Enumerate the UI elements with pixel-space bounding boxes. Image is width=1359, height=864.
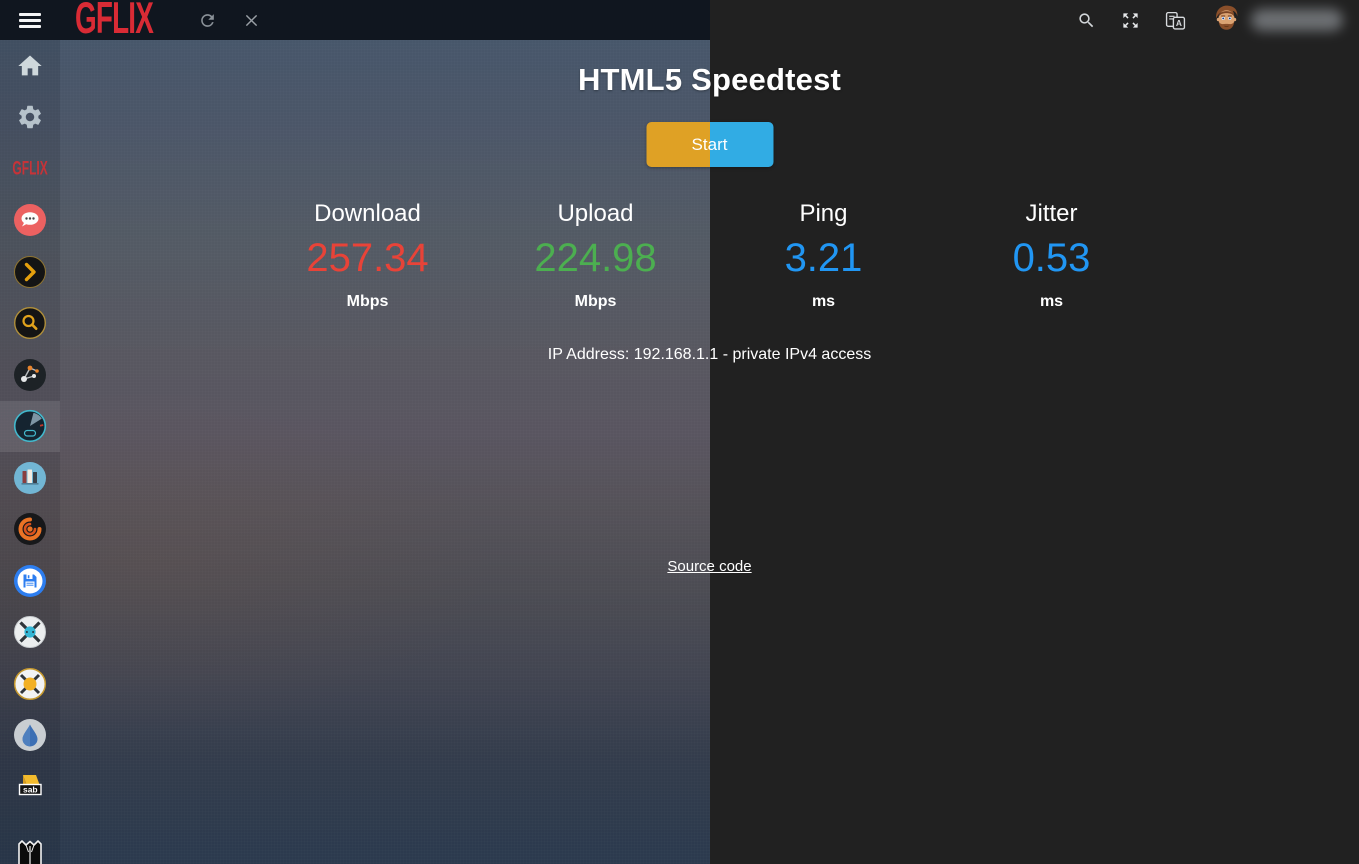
ping-value: 3.21 [710,236,938,280]
ping-label: Ping [710,200,938,228]
sidebar-item-home[interactable] [0,40,60,92]
topbar: GFLIX [0,0,710,40]
hamburger-menu-icon[interactable] [19,13,41,28]
fullscreen-icon[interactable] [1121,11,1140,30]
sidebar-item-indexer-search[interactable] [0,298,60,350]
brand-logo[interactable]: GFLIX [75,0,153,40]
upload-unit: Mbps [482,293,710,311]
download-value: 257.34 [254,236,482,280]
ip-address-line: IP Address: 192.168.1.1 - private IPv4 a… [60,346,1359,364]
books-icon [13,461,47,495]
floppy-disk-icon [13,564,47,598]
water-drop-icon [13,718,47,752]
app-window: GFLIX A [0,0,1359,864]
grafana-icon [13,512,47,546]
plex-icon [13,255,47,289]
gflix-text-icon: GFLIX [12,158,47,180]
stat-upload: Upload 224.98 Mbps [482,200,710,311]
sidebar-item-settings[interactable] [0,92,60,144]
sidebar-item-bookstack[interactable] [0,452,60,504]
stat-download: Download 257.34 Mbps [254,200,482,311]
ping-unit: ms [710,293,938,311]
sidebar-item-jackett[interactable] [0,813,60,864]
sidebar-item-plex[interactable] [0,246,60,298]
speedtest-gauge-icon [13,409,47,443]
upload-value: 224.98 [482,236,710,280]
sidebar-item-deluge[interactable] [0,710,60,762]
language-icon[interactable]: A [1165,10,1186,31]
chat-bubble-icon [13,203,47,237]
start-button[interactable]: Start [646,122,773,167]
svg-text:A: A [1176,17,1182,27]
username-redacted[interactable] [1251,9,1343,31]
sidebar-item-sabnzbd[interactable]: sab [0,761,60,813]
topbar-actions: A [1077,0,1359,40]
download-label: Download [254,200,482,228]
network-nodes-icon [13,358,47,392]
svg-text:sab: sab [23,784,38,794]
gear-icon [16,103,44,131]
stat-jitter: Jitter 0.53 ms [938,200,1166,311]
jitter-unit: ms [938,293,1166,311]
sidebar-item-network-map[interactable] [0,349,60,401]
refresh-tab-icon[interactable] [198,11,217,30]
sonarr-icon [13,615,47,649]
search-icon[interactable] [1077,11,1096,30]
sidebar-item-grafana[interactable] [0,504,60,556]
page-title: HTML5 Speedtest [60,62,1359,98]
speedtest-frame: HTML5 Speedtest Start Download 257.34 Mb… [60,40,1359,864]
close-tab-icon[interactable] [243,12,260,29]
app-sidebar: GFLIX [0,40,60,864]
sidebar-item-backup[interactable] [0,555,60,607]
avatar[interactable] [1211,2,1242,38]
jitter-value: 0.53 [938,236,1166,280]
sidebar-item-gflix[interactable]: GFLIX [0,143,60,195]
sidebar-item-radarr[interactable] [0,658,60,710]
sidebar-item-speedtest[interactable] [0,401,60,453]
radarr-icon [13,667,47,701]
jitter-label: Jitter [938,200,1166,228]
speedtest-results: Download 257.34 Mbps Upload 224.98 Mbps … [254,200,1166,311]
source-code-link[interactable]: Source code [667,558,751,575]
gold-magnifier-icon [13,306,47,340]
upload-label: Upload [482,200,710,228]
home-icon [16,52,44,80]
sidebar-item-sonarr[interactable] [0,607,60,659]
sidebar-item-chat[interactable] [0,195,60,247]
stat-ping: Ping 3.21 ms [710,200,938,311]
sabnzbd-icon: sab [13,770,47,804]
download-unit: Mbps [254,293,482,311]
user-menu[interactable] [1211,2,1343,38]
jacket-icon [13,837,47,864]
